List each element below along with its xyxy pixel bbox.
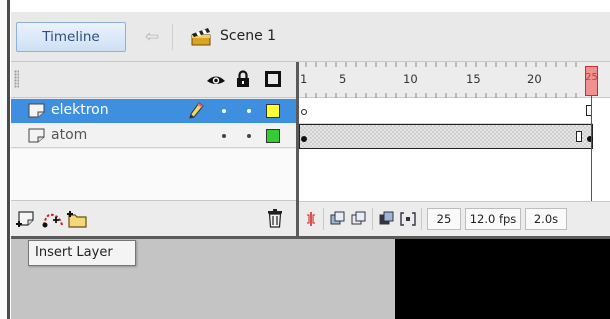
scene-clapper-icon: [191, 28, 211, 46]
visibility-dot[interactable]: [222, 109, 226, 113]
frame-number-label: 15: [466, 72, 481, 86]
layer-row-elektron[interactable]: elektron: [11, 99, 296, 123]
insert-folder-icon[interactable]: [66, 209, 88, 229]
playhead-frame-number: 25: [585, 72, 598, 83]
elapsed-time-field[interactable]: 2.0s: [525, 208, 567, 230]
layer-row-atom[interactable]: atom: [11, 124, 296, 148]
panel-grip-handle[interactable]: [14, 70, 19, 88]
toolbar-separator: [421, 208, 422, 230]
flash-timeline-window: Timeline ⇦ Scene 1 elektron atom 1 5 10 …: [0, 0, 610, 319]
frame-ruler[interactable]: 1 5 10 15 20: [299, 62, 610, 98]
visibility-dot[interactable]: [222, 134, 226, 138]
onion-skin-outlines-icon[interactable]: [351, 211, 367, 227]
layer-header: [11, 62, 296, 98]
frame-number-label: 5: [339, 72, 347, 86]
stage-canvas[interactable]: [395, 236, 610, 319]
toolbar-separator: [323, 208, 324, 230]
frames-toolbar: 25 12.0 fps 2.0s: [299, 201, 610, 236]
timeline-button[interactable]: Timeline: [16, 22, 126, 52]
keyframe[interactable]: [587, 136, 593, 142]
layer-list-empty-area: [11, 149, 296, 201]
header-separator: [172, 24, 173, 50]
show-hide-eye-icon[interactable]: [206, 72, 226, 88]
frame-number-label: 10: [403, 72, 418, 86]
frame-rate-field[interactable]: 12.0 fps: [465, 208, 521, 230]
outline-color-swatch[interactable]: [266, 129, 280, 143]
outline-color-swatch[interactable]: [266, 104, 280, 118]
lock-icon[interactable]: [236, 70, 250, 88]
layer-name-elektron[interactable]: elektron: [51, 102, 109, 118]
motion-guide-icon[interactable]: [42, 209, 64, 229]
frame-number-label: 1: [300, 72, 308, 86]
outline-toggle-icon[interactable]: [265, 71, 281, 87]
window-edge: [0, 0, 10, 319]
scene-label[interactable]: Scene 1: [220, 28, 276, 44]
edit-multiple-frames-icon[interactable]: [379, 211, 395, 227]
frames-area: 1 5 10 15 20 25 25 12.0 fps 2.0s: [299, 62, 610, 236]
modify-onion-markers-icon[interactable]: [400, 211, 416, 227]
onion-skin-icon[interactable]: [330, 211, 346, 227]
frame-row-atom[interactable]: [299, 124, 593, 149]
lock-dot[interactable]: [247, 109, 251, 113]
center-frame-icon[interactable]: [303, 211, 319, 227]
blank-keyframe[interactable]: [301, 109, 307, 115]
layer-page-icon: [28, 103, 45, 118]
pencil-edit-icon: [189, 102, 204, 119]
layer-page-icon: [28, 128, 45, 143]
frame-end-marker[interactable]: [576, 131, 582, 142]
layer-name-atom[interactable]: atom: [51, 127, 87, 143]
toolbar-separator: [372, 208, 373, 230]
back-arrow-icon[interactable]: ⇦: [137, 23, 167, 51]
timeline-header: Timeline ⇦ Scene 1: [11, 12, 610, 62]
current-frame-field[interactable]: 25: [427, 208, 461, 230]
delete-layer-trash-icon[interactable]: [267, 208, 283, 228]
insert-layer-icon[interactable]: [15, 209, 39, 229]
layer-panel: elektron atom: [11, 62, 296, 236]
frame-row-elektron[interactable]: [299, 99, 593, 124]
keyframe[interactable]: [301, 136, 307, 142]
lock-dot[interactable]: [247, 134, 251, 138]
insert-layer-tooltip: Insert Layer: [28, 240, 136, 266]
frame-number-label: 20: [527, 72, 542, 86]
layer-toolbar: [11, 201, 296, 236]
